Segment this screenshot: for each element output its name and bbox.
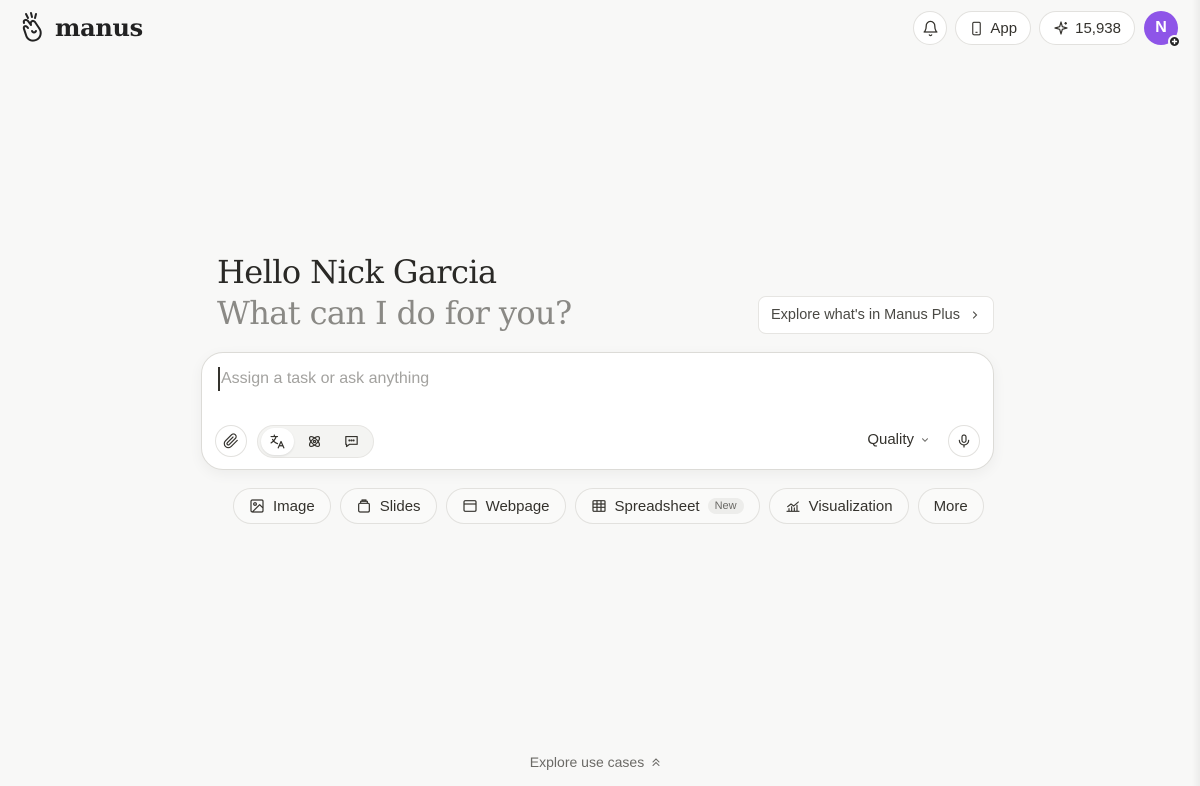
chip-more-label: More [933, 497, 968, 515]
chip-visualization-label: Visualization [808, 497, 893, 515]
task-composer: Quality [201, 352, 994, 470]
explore-use-cases-link[interactable]: Explore use cases [0, 754, 1192, 770]
task-input[interactable] [218, 367, 958, 391]
chip-slides[interactable]: Slides [339, 488, 437, 524]
browser-icon [462, 500, 477, 512]
double-chevron-up-icon [652, 758, 660, 766]
bell-icon [923, 20, 938, 36]
slides-icon [357, 499, 370, 513]
chip-spreadsheet-label: Spreadsheet [614, 497, 700, 515]
brand-logo[interactable]: manus [20, 11, 143, 43]
chip-spreadsheet[interactable]: Spreadsheet New [574, 488, 760, 524]
chip-webpage[interactable]: Webpage [445, 488, 566, 524]
quality-label: Quality [867, 431, 914, 448]
plus-badge-icon [1168, 35, 1181, 48]
chip-slides-label: Slides [379, 497, 421, 515]
voice-input-button[interactable] [948, 425, 980, 457]
mode-chat-button[interactable] [335, 428, 368, 455]
greeting-subtitle: What can I do for you? [217, 294, 572, 332]
window-edge [1192, 0, 1200, 786]
atom-icon [308, 435, 321, 448]
phone-icon [972, 21, 982, 35]
translate-icon [270, 434, 285, 449]
sparkle-icon [1054, 21, 1068, 35]
greeting: Hello Nick Garcia What can I do for you? [217, 252, 572, 334]
attach-button[interactable] [215, 425, 247, 457]
app-button[interactable]: App [955, 11, 1032, 45]
chip-webpage-label: Webpage [485, 497, 550, 515]
quality-selector[interactable]: Quality [867, 431, 930, 448]
chip-visualization[interactable]: Visualization [768, 488, 909, 524]
explore-plus-label: Explore what's in Manus Plus [771, 307, 960, 323]
chat-icon [345, 435, 358, 448]
quick-actions: Image Slides Webpage Spreadsheet New Vis… [233, 488, 984, 524]
chevron-down-icon [922, 437, 928, 442]
chip-image-label: Image [273, 497, 315, 515]
mode-agent-button[interactable] [298, 428, 331, 455]
microphone-icon [958, 434, 970, 448]
explore-use-cases-label: Explore use cases [529, 754, 645, 770]
new-badge: New [707, 498, 744, 514]
paperclip-icon [223, 433, 238, 449]
user-avatar-button[interactable]: N [1144, 11, 1181, 48]
greeting-title: Hello Nick Garcia [217, 253, 497, 291]
chart-icon [786, 501, 800, 512]
chip-more[interactable]: More [917, 488, 984, 524]
credits-count: 15,938 [1075, 19, 1121, 37]
app-button-label: App [990, 19, 1018, 37]
mode-translate-button[interactable] [261, 428, 294, 455]
page: manus App 15,938 N Hello Nick Garcia Wha… [0, 0, 1200, 786]
image-icon [250, 499, 264, 513]
manus-logo-icon [20, 11, 46, 43]
notifications-button[interactable] [913, 11, 948, 45]
chevron-right-icon [972, 311, 978, 319]
credits-button[interactable]: 15,938 [1039, 11, 1135, 45]
header-actions: App 15,938 N [913, 11, 1181, 48]
brand-name: manus [55, 12, 143, 42]
explore-plus-link[interactable]: Explore what's in Manus Plus [758, 296, 994, 334]
mode-selector [257, 425, 374, 458]
chip-image[interactable]: Image [233, 488, 331, 524]
table-icon [591, 500, 606, 512]
